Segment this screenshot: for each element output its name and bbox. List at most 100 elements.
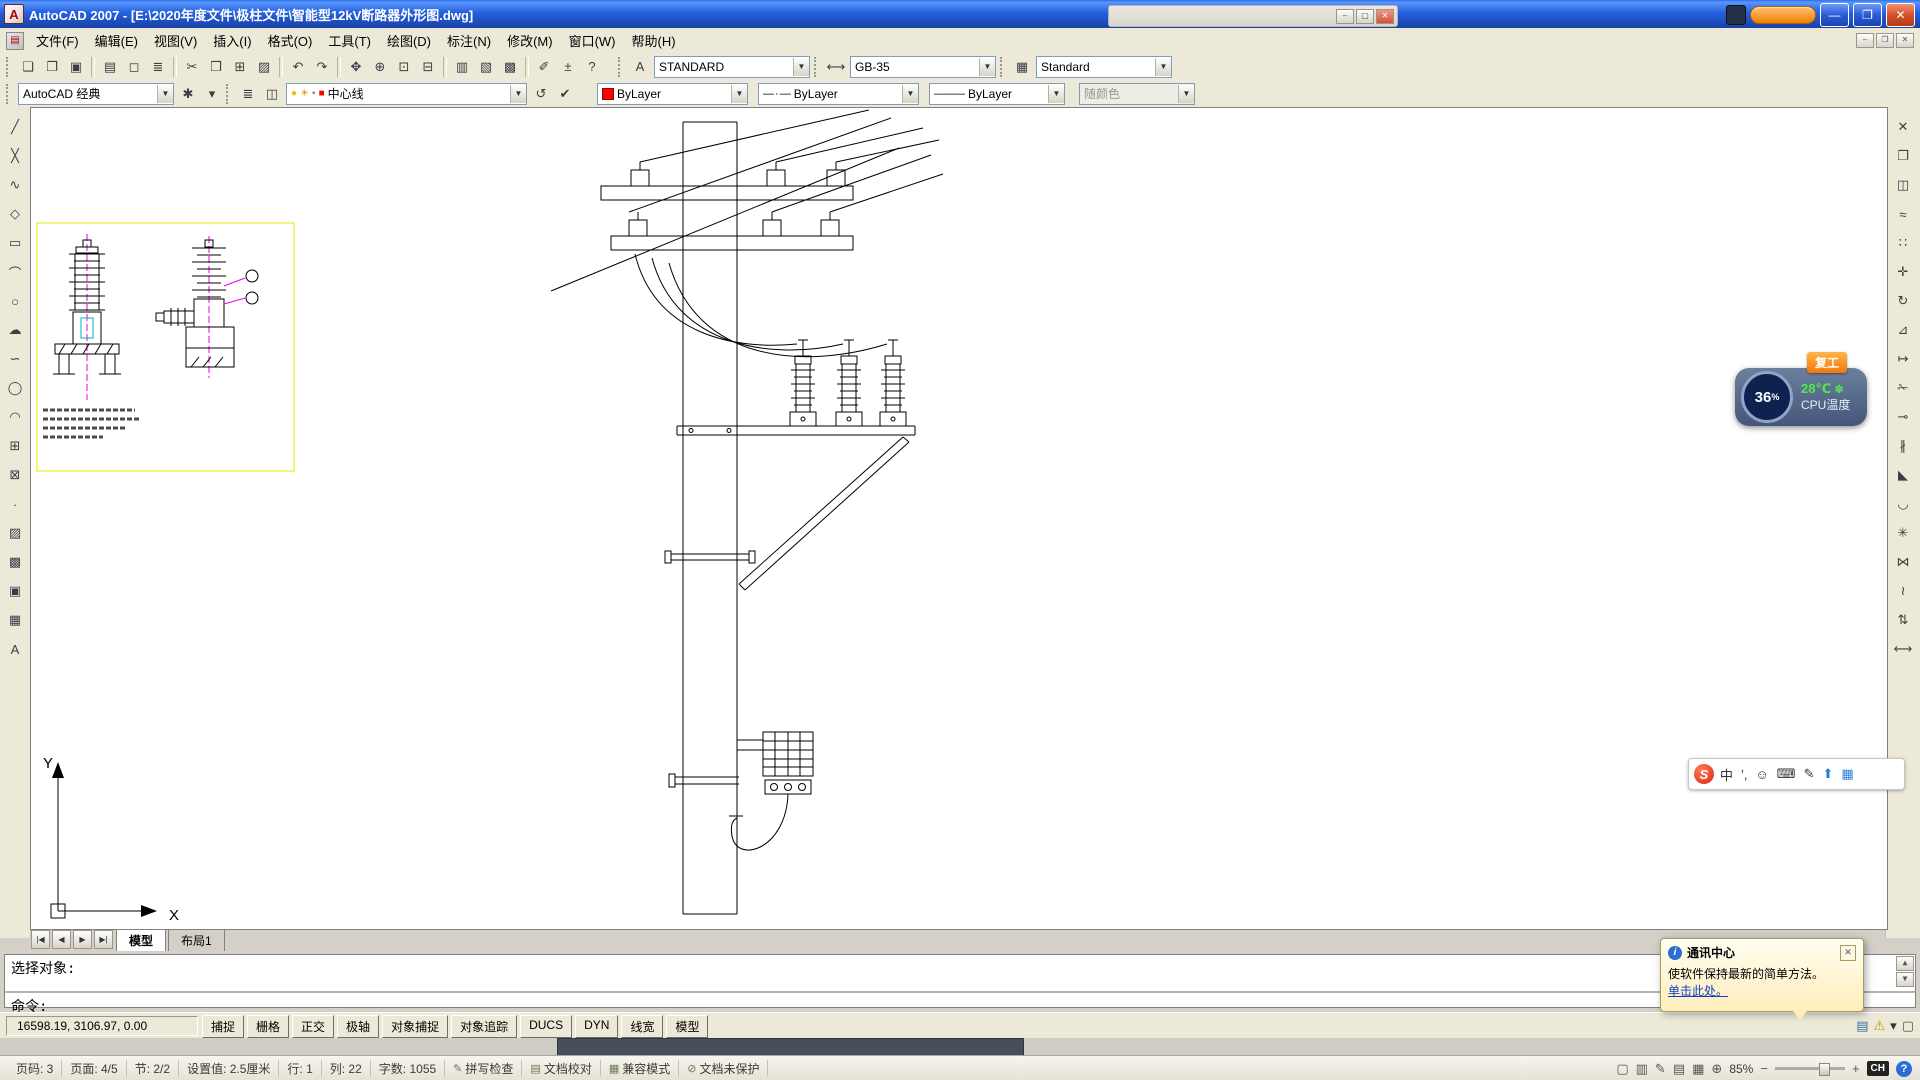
designcenter-icon[interactable]: ▧ [474, 55, 498, 79]
tab-nav-button[interactable]: ▶ [73, 930, 92, 949]
web-layout-icon[interactable]: ▦ [1692, 1061, 1704, 1077]
zoom-previous-icon[interactable]: ⊟ [416, 55, 440, 79]
scale-icon[interactable]: ⊿ [1890, 318, 1916, 342]
paste-icon[interactable]: ⊞ [228, 55, 252, 79]
zoom-slider-thumb[interactable] [1819, 1063, 1830, 1076]
layer-manager-icon[interactable]: ≣ [236, 82, 260, 106]
construction-line-icon[interactable]: ╳ [2, 144, 28, 168]
plot-icon[interactable]: ▤ [98, 55, 122, 79]
outline-view-icon[interactable]: ▤ [1673, 1061, 1685, 1077]
table-style-combo[interactable]: Standard ▼ [1036, 56, 1172, 78]
input-language-badge[interactable]: CH [1867, 1061, 1889, 1076]
make-current-icon[interactable]: ✔ [553, 82, 577, 106]
emoji-icon[interactable]: ☺ [1756, 767, 1769, 782]
layer-color-icon[interactable]: ■ [319, 88, 325, 99]
ellipse-arc-icon[interactable]: ◠ [2, 405, 28, 429]
command-scrollbar[interactable]: ▲ ▼ [1896, 956, 1914, 987]
spline-icon[interactable]: ∽ [2, 347, 28, 371]
status-toggle-button[interactable]: DYN [575, 1015, 618, 1038]
close-button[interactable]: ✕ [1886, 3, 1915, 27]
zoom-out-icon[interactable]: − [1760, 1061, 1768, 1076]
align-icon[interactable]: ⇅ [1890, 608, 1916, 632]
hatch-icon[interactable]: ▨ [2, 521, 28, 545]
zoom-realtime-icon[interactable]: ⊕ [368, 55, 392, 79]
workspace-settings-icon[interactable]: ✱ [176, 82, 200, 106]
status-toggle-button[interactable]: 极轴 [337, 1015, 379, 1038]
chevron-down-icon[interactable]: ▼ [510, 85, 526, 103]
plot-style-combo[interactable]: 随颜色 ▼ [1079, 83, 1195, 105]
workspace-combo[interactable]: AutoCAD 经典 ▼ [18, 83, 174, 105]
popup-close-icon[interactable]: ✕ [1840, 945, 1856, 961]
keyboard-icon[interactable]: ⌨ [1777, 766, 1796, 782]
chevron-down-icon[interactable]: ▼ [902, 85, 918, 103]
table-icon[interactable]: ▦ [2, 608, 28, 632]
input-method-toolbar[interactable]: S 中’,☺⌨✎⬆▦ [1688, 758, 1905, 790]
comm-center-link[interactable]: 单击此处。 [1668, 984, 1728, 998]
menu-item[interactable]: 标注(N) [439, 27, 499, 54]
scroll-up-icon[interactable]: ▲ [1896, 956, 1914, 971]
bgwin-minimize-button[interactable]: – [1336, 9, 1354, 24]
layer-on-icon[interactable]: ● [291, 88, 297, 99]
workspace-save-icon[interactable]: ▾ [200, 82, 224, 106]
erase-icon[interactable]: ✕ [1890, 115, 1916, 139]
arc-icon[interactable]: ⌒ [2, 260, 28, 284]
background-window-titlebar[interactable]: – ▢ ✕ [1108, 5, 1398, 27]
status-toggle-button[interactable]: 对象捕捉 [382, 1015, 448, 1038]
scroll-down-icon[interactable]: ▼ [1896, 972, 1914, 987]
lineweight-combo[interactable]: ——— ByLayer ▼ [929, 83, 1065, 105]
zoom-window-icon[interactable]: ⊡ [392, 55, 416, 79]
ellipse-icon[interactable]: ◯ [2, 376, 28, 400]
status-toggle-button[interactable]: 对象追踪 [451, 1015, 517, 1038]
menu-item[interactable]: 编辑(E) [87, 27, 146, 54]
handwrite-icon[interactable]: ✎ [1804, 766, 1815, 782]
status-toggle-button[interactable]: 线宽 [621, 1015, 663, 1038]
layer-lock-icon[interactable]: ▪ [312, 88, 316, 99]
lengthen-icon[interactable]: ⟷ [1890, 637, 1916, 661]
layer-previous-icon[interactable]: ↺ [529, 82, 553, 106]
join-icon[interactable]: ⋈ [1890, 550, 1916, 574]
clean-screen-icon[interactable]: ▢ [1902, 1018, 1914, 1034]
word-status-toggle[interactable]: ▦ 兼容模式 [601, 1060, 679, 1077]
toolbar-grip[interactable] [814, 57, 820, 77]
help-icon[interactable]: ? [1896, 1061, 1912, 1077]
mtext-icon[interactable]: A [2, 637, 28, 661]
menu-item[interactable]: 文件(F) [28, 27, 87, 54]
chevron-down-icon[interactable]: ▼ [1048, 85, 1064, 103]
fullscreen-view-icon[interactable]: ▢ [1616, 1061, 1628, 1077]
chevron-down-icon[interactable]: ▼ [1178, 85, 1194, 103]
move-icon[interactable]: ✛ [1890, 260, 1916, 284]
undo-icon[interactable]: ↶ [286, 55, 310, 79]
toolbar-grip[interactable] [1000, 57, 1006, 77]
quickcalc-icon[interactable]: ± [556, 55, 580, 79]
open-icon[interactable]: ❐ [40, 55, 64, 79]
remote-tool-icon[interactable] [1726, 5, 1746, 25]
layer-combo[interactable]: ●☀▪■ 中心线 ▼ [286, 83, 527, 105]
text-style-combo[interactable]: STANDARD ▼ [654, 56, 810, 78]
lang-cn-icon[interactable]: 中 [1720, 765, 1733, 784]
explode-icon[interactable]: ✳ [1890, 521, 1916, 545]
read-layout-icon[interactable]: ▥ [1636, 1061, 1648, 1077]
zoom-in-icon[interactable]: + [1852, 1061, 1860, 1076]
drawing-canvas[interactable]: Y X [30, 107, 1888, 930]
menu-item[interactable]: 格式(O) [260, 27, 321, 54]
word-status-toggle[interactable]: ⊘ 文档未保护 [679, 1060, 768, 1077]
minimize-button[interactable]: — [1820, 3, 1849, 27]
tab-nav-button[interactable]: ◀ [52, 930, 71, 949]
region-icon[interactable]: ▣ [2, 579, 28, 603]
zoom-slider[interactable] [1775, 1067, 1845, 1070]
toolbar-grip[interactable] [226, 84, 232, 104]
revcloud-icon[interactable]: ☁ [2, 318, 28, 342]
status-toggle-button[interactable]: 栅格 [247, 1015, 289, 1038]
menu-item[interactable]: 窗口(W) [561, 27, 624, 54]
menu-item[interactable]: 修改(M) [499, 27, 561, 54]
layer-states-icon[interactable]: ◫ [260, 82, 284, 106]
make-block-icon[interactable]: ⊠ [2, 463, 28, 487]
warning-icon[interactable]: ⚠ [1874, 1018, 1886, 1034]
toolbox-icon[interactable]: ▦ [1841, 766, 1853, 782]
redo-icon[interactable]: ↷ [310, 55, 334, 79]
chamfer-icon[interactable]: ◣ [1890, 463, 1916, 487]
trim-icon[interactable]: ✁ [1890, 376, 1916, 400]
table-style-icon[interactable]: ▦ [1010, 55, 1034, 79]
extend-icon[interactable]: ⊸ [1890, 405, 1916, 429]
bgwin-close-button[interactable]: ✕ [1376, 9, 1394, 24]
